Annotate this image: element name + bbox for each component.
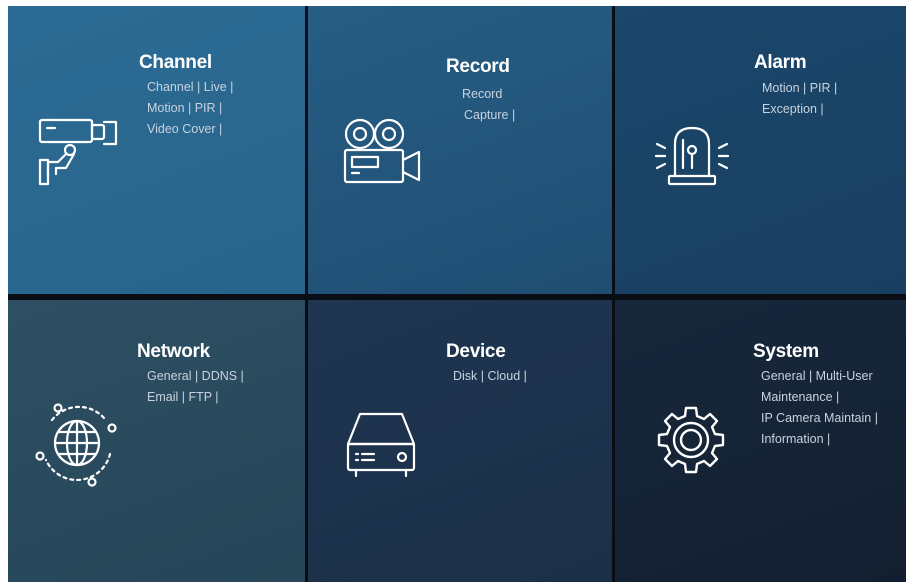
menu-link-line[interactable]: Capture | bbox=[464, 105, 515, 126]
tile-title: System bbox=[753, 341, 819, 362]
gear-icon bbox=[651, 400, 731, 480]
menu-link-line[interactable]: General | Multi-User bbox=[761, 366, 878, 387]
tile-links: Disk | Cloud | bbox=[453, 366, 527, 387]
tile-network[interactable]: Network General | DDNS | Email | FTP | bbox=[8, 300, 305, 582]
menu-link-line[interactable]: Motion | PIR | bbox=[762, 78, 837, 99]
tile-links: General | DDNS | Email | FTP | bbox=[147, 366, 244, 408]
cctv-camera-icon bbox=[36, 112, 120, 190]
globe-icon bbox=[32, 398, 124, 490]
menu-link-line[interactable]: Maintenance | bbox=[761, 387, 878, 408]
tile-device[interactable]: Device Disk | Cloud | bbox=[308, 300, 612, 582]
menu-link-line[interactable]: Record bbox=[462, 84, 515, 105]
tile-title: Channel bbox=[139, 52, 212, 73]
menu-link-line[interactable]: Exception | bbox=[762, 99, 837, 120]
tile-record[interactable]: Record Record Capture | bbox=[308, 6, 612, 294]
tile-alarm[interactable]: Alarm Motion | PIR | Exception | bbox=[615, 6, 906, 294]
menu-link-line[interactable]: Information | bbox=[761, 429, 878, 450]
tile-channel[interactable]: Channel Channel | Live | Motion | PIR | … bbox=[8, 6, 305, 294]
menu-link-line[interactable]: Disk | Cloud | bbox=[453, 366, 527, 387]
menu-link-line[interactable]: Video Cover | bbox=[147, 119, 233, 140]
main-menu-grid: Channel Channel | Live | Motion | PIR | … bbox=[8, 6, 906, 582]
menu-link-line[interactable]: General | DDNS | bbox=[147, 366, 244, 387]
video-camera-icon bbox=[341, 116, 427, 188]
tile-title: Device bbox=[446, 341, 506, 362]
tile-links: Channel | Live | Motion | PIR | Video Co… bbox=[147, 77, 233, 140]
tile-links: Motion | PIR | Exception | bbox=[762, 78, 837, 120]
menu-link-line[interactable]: IP Camera Maintain | bbox=[761, 408, 878, 429]
alarm-beacon-icon bbox=[653, 118, 731, 190]
tile-title: Record bbox=[446, 56, 510, 77]
dvr-device-icon bbox=[344, 410, 424, 480]
tile-title: Alarm bbox=[754, 52, 807, 73]
menu-link-line[interactable]: Motion | PIR | bbox=[147, 98, 233, 119]
tile-title: Network bbox=[137, 341, 210, 362]
tile-system[interactable]: System General | Multi-User Maintenance … bbox=[615, 300, 906, 582]
menu-link-line[interactable]: Channel | Live | bbox=[147, 77, 233, 98]
tile-links: General | Multi-User Maintenance | IP Ca… bbox=[761, 366, 878, 450]
menu-link-line[interactable]: Email | FTP | bbox=[147, 387, 244, 408]
tile-links: Record Capture | bbox=[462, 84, 515, 126]
